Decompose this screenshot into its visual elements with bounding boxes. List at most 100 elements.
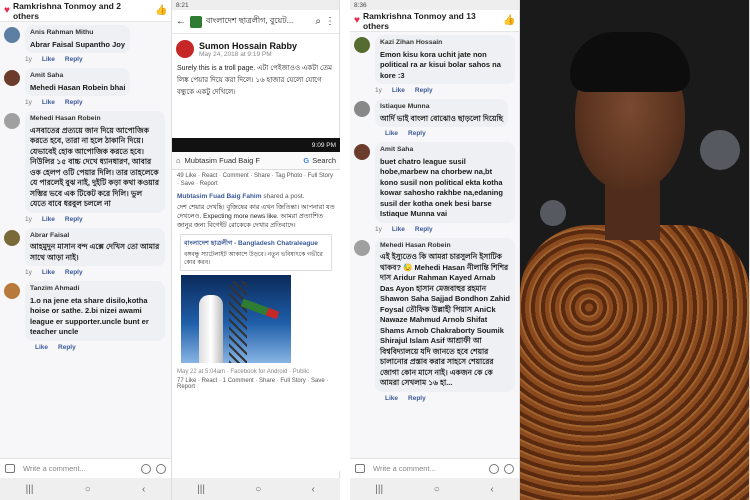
write-comment-input[interactable]: Write a comment...: [23, 464, 86, 473]
comment-actions: 1y Like Reply: [350, 87, 519, 94]
back-icon[interactable]: ‹: [312, 484, 315, 495]
like-link[interactable]: Like: [385, 130, 398, 137]
post-footer: May 22 at 5:04am · Facebook for Android …: [177, 369, 310, 375]
reactions-header[interactable]: ♥ Ramkrishna Tonmoy and 2 others 👍: [0, 0, 171, 22]
comment-time: 1y: [25, 99, 32, 106]
write-comment-bar[interactable]: Write a comment...: [0, 458, 171, 478]
rocket-image: [199, 295, 223, 363]
emoji-icon[interactable]: [156, 463, 166, 474]
poster-name[interactable]: Sumon Hossain Rabby: [199, 41, 297, 51]
write-comment-bar[interactable]: Write a comment...: [350, 458, 519, 478]
browser-bar: ⌂ Mubtasim Fuad Baig F G Search: [172, 152, 340, 170]
reply-link[interactable]: Reply: [65, 216, 83, 223]
comment-list: Anis Rahman Mithu Abrar Faisal Supantho J…: [0, 22, 171, 351]
reactions-label: Ramkrishna Tonmoy and 13 others: [362, 10, 476, 31]
commenter-name[interactable]: Mehedi Hasan Robein: [30, 114, 160, 125]
comment-text: আহমুদুন মাসান বন্দ এক্সে দেখিস তো আমার স…: [30, 242, 160, 262]
like-link[interactable]: Like: [42, 269, 55, 276]
group-avatar: [190, 15, 202, 28]
commenter-avatar[interactable]: [4, 113, 20, 129]
commenter-avatar[interactable]: [4, 70, 20, 86]
camera-icon[interactable]: [5, 464, 15, 473]
search-label[interactable]: Search: [312, 156, 336, 165]
comment-bubble: Kazi Zihan Hossain Emon kisu kora uchit j…: [375, 35, 515, 84]
reply-link[interactable]: Reply: [408, 395, 426, 402]
comment-item: Mehedi Hasan Robein এসবাতের প্রত্যয়ে জান…: [0, 108, 171, 223]
comments-panel-left: ♥ Ramkrishna Tonmoy and 2 others 👍 Anis …: [0, 0, 172, 500]
comment-actions: 1y Like Reply: [0, 56, 171, 63]
reply-link[interactable]: Reply: [65, 99, 83, 106]
reply-link[interactable]: Reply: [65, 56, 83, 63]
like-link[interactable]: Like: [392, 87, 405, 94]
comment-bubble: Tanzim Ahmadi 1.o na jene eta share disil…: [25, 281, 165, 341]
inner-status-time: 9:09 PM: [311, 141, 336, 149]
like-link[interactable]: Like: [392, 226, 405, 233]
back-arrow-icon[interactable]: ←: [176, 16, 186, 27]
commenter-name[interactable]: Anis Rahman Mithu: [30, 28, 125, 39]
satellite-photo[interactable]: [181, 275, 291, 363]
like-icon[interactable]: 👍: [503, 15, 515, 27]
back-icon[interactable]: ‹: [490, 484, 493, 495]
comment-text: এই ইস্যুতেও কি আমরা চারসুলনি ইসাটিক থাকব…: [380, 252, 511, 387]
sharer-name[interactable]: Mubtasim Fuad Baig Fahim: [177, 193, 262, 200]
group-title: বাংলাদেশ ছাত্রলীগ, বুয়েট...: [206, 16, 294, 25]
like-link[interactable]: Like: [385, 395, 398, 402]
more-icon[interactable]: ⋮: [325, 16, 335, 27]
inner-status-bar: 9:09 PM: [172, 138, 340, 152]
comment-actions: 1y Like Reply: [0, 99, 171, 106]
reactions-header[interactable]: ♥ Ramkrishna Tonmoy and 13 others 👍: [350, 10, 519, 32]
commenter-avatar[interactable]: [354, 101, 370, 117]
commenter-name[interactable]: Istiaque Munna: [380, 102, 503, 113]
url-text[interactable]: Mubtasim Fuad Baig F: [185, 156, 260, 165]
commenter-avatar[interactable]: [4, 229, 20, 246]
like-link[interactable]: Like: [42, 56, 55, 63]
reply-link[interactable]: Reply: [415, 87, 433, 94]
commenter-name[interactable]: Mehedi Hasan Robein: [380, 241, 510, 252]
commenter-name[interactable]: Amit Saha: [30, 71, 125, 82]
reply-link[interactable]: Reply: [58, 344, 76, 351]
reply-link[interactable]: Reply: [408, 130, 426, 137]
recents-icon[interactable]: |||: [197, 484, 205, 495]
commenter-name[interactable]: Abrar Faisal: [30, 231, 160, 242]
home-icon[interactable]: ⌂: [176, 156, 181, 165]
comment-time: 1y: [25, 215, 32, 223]
commenter-avatar[interactable]: [4, 283, 20, 299]
footer-actions[interactable]: 77 Like · React · 1 Comment · Share · Fu…: [172, 377, 340, 391]
comment-time: 1y: [25, 56, 32, 63]
like-icon[interactable]: 👍: [155, 5, 167, 17]
home-icon[interactable]: ○: [85, 484, 91, 495]
google-icon: G: [303, 156, 310, 165]
heart-icon: ♥: [4, 5, 10, 16]
poster-avatar[interactable]: [176, 40, 194, 58]
write-comment-input[interactable]: Write a comment...: [373, 464, 436, 473]
like-link[interactable]: Like: [35, 344, 48, 351]
like-link[interactable]: Like: [42, 99, 55, 106]
recents-icon[interactable]: |||: [375, 484, 383, 495]
commenter-name[interactable]: Amit Saha: [380, 145, 510, 156]
camera-icon[interactable]: [355, 464, 365, 473]
commenter-avatar[interactable]: [4, 27, 20, 43]
comment-text: আর্দি ভাই বাংলা বোঝোও ছাড়লো দিয়েছি: [380, 113, 504, 123]
commenter-name[interactable]: Kazi Zihan Hossain: [380, 38, 510, 49]
gif-icon[interactable]: [141, 463, 151, 474]
gif-icon[interactable]: [489, 463, 499, 474]
commenter-name[interactable]: Tanzim Ahmadi: [30, 284, 160, 295]
back-icon[interactable]: ‹: [142, 484, 145, 495]
embedded-post[interactable]: বাংলাদেশ ছাত্রলীগ - Bangladesh Chatralea…: [180, 234, 332, 271]
search-icon[interactable]: ⌕: [315, 16, 321, 27]
embedded-screenshot: 9:09 PM ⌂ Mubtasim Fuad Baig F G Search …: [172, 138, 340, 471]
post-actions[interactable]: 49 Like · React · Comment · Share · Tag …: [172, 170, 340, 190]
home-icon[interactable]: ○: [255, 484, 261, 495]
commenter-avatar[interactable]: [354, 37, 370, 53]
recents-icon[interactable]: |||: [26, 484, 34, 495]
like-link[interactable]: Like: [42, 216, 55, 223]
reply-link[interactable]: Reply: [65, 269, 83, 276]
commenter-avatar[interactable]: [354, 239, 370, 256]
commenter-avatar[interactable]: [354, 144, 370, 160]
embedded-title[interactable]: বাংলাদেশ ছাত্রলীগ - Bangladesh Chatralea…: [184, 238, 328, 249]
reply-link[interactable]: Reply: [415, 226, 433, 233]
emoji-icon[interactable]: [504, 463, 514, 474]
comment-bubble: Istiaque Munna আর্দি ভাই বাংলা বোঝোও ছাড়…: [375, 99, 509, 127]
home-icon[interactable]: ○: [434, 484, 440, 495]
comment-bubble: Mehedi Hasan Robein এই ইস্যুতেও কি আমরা চ…: [375, 237, 515, 392]
